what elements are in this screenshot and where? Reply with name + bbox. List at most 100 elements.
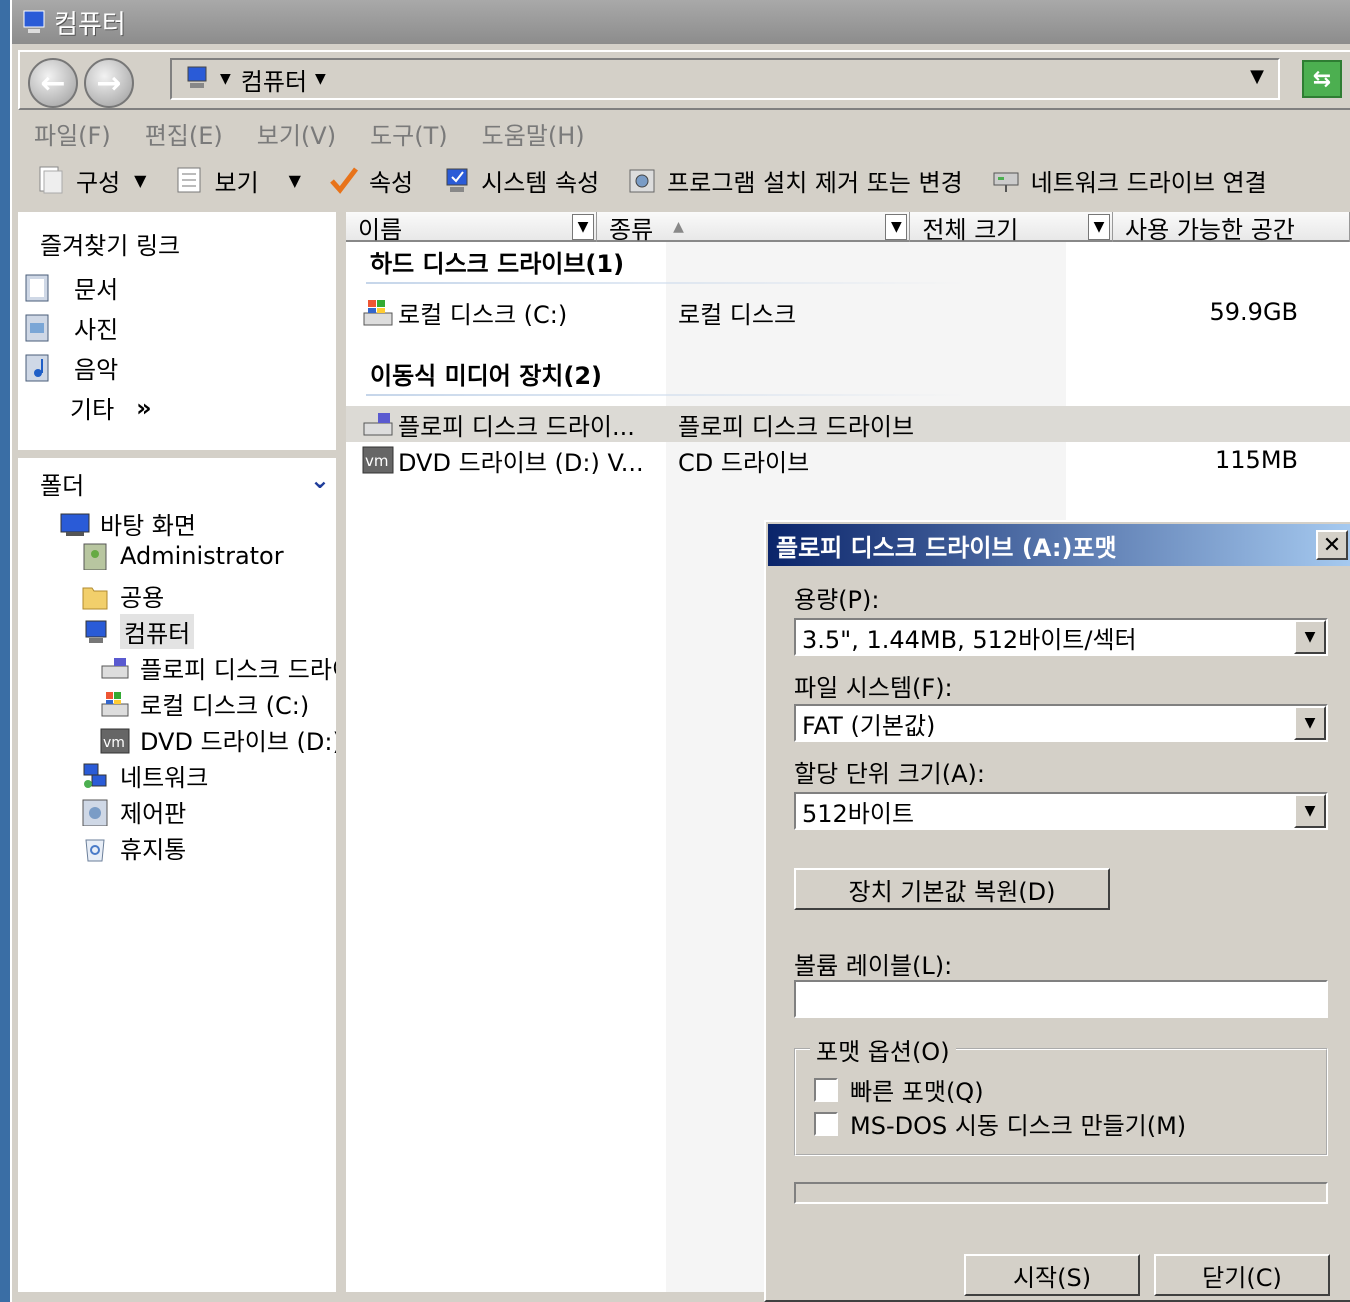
control-panel-icon [82,799,108,826]
system-properties-icon [446,168,468,192]
msdos-boot-checkbox[interactable]: MS-DOS 시동 디스크 만들기(M) [814,1106,1186,1141]
group-header-hdd[interactable]: 하드 디스크 드라이브(1) [370,244,624,279]
organize-label: 구성 [76,168,121,197]
network-drive-icon [993,172,1019,192]
filesystem-select[interactable]: FAT (기본값) ▼ [794,704,1328,742]
forward-button[interactable]: → [84,58,134,108]
tree-label: 공용 [120,584,165,612]
folder-icon [82,587,108,609]
start-label: 시작(S) [1012,1263,1092,1292]
menu-edit[interactable]: 편집(E) [145,116,223,151]
restore-defaults-button[interactable]: 장치 기본값 복원(D) [794,868,1110,910]
command-toolbar: 구성 ▼ 보기 ▼ 속성 시스템 속성 프로그램 설치 제거 또는 변경 네트워… [18,154,1350,206]
volume-label-input[interactable] [794,980,1328,1018]
list-item[interactable]: vm DVD 드라이브 (D:) V... CD 드라이브 115MB [346,442,1350,478]
column-header-row: 이름 ▼ 종류 ▲ ▼ 전체 크기 ▼ 사용 가능한 공간 [346,212,1350,244]
refresh-button[interactable]: ⇆ [1302,60,1342,98]
window-title: 컴퓨터 [54,9,126,40]
item-size: 115MB [1215,446,1298,474]
local-disk-icon [363,300,393,326]
chevron-down-icon[interactable]: ▼ [1294,706,1326,740]
view-button[interactable]: 보기 ▼ [174,163,301,198]
close-icon: ✕ [1322,532,1342,558]
chevron-down-icon: ▼ [134,170,147,190]
breadcrumb[interactable]: 컴퓨터 [241,62,307,97]
list-item[interactable]: 로컬 디스크 (C:) 로컬 디스크 59.9GB [346,294,1350,330]
group-header-removable[interactable]: 이동식 미디어 장치(2) [370,356,602,391]
favorite-documents[interactable]: 문서 [24,270,118,305]
tree-item-administrator[interactable]: Administrator [80,542,284,570]
address-bar: ← → ▼ 컴퓨터 ▼ ▼ ⇆ [18,50,1350,110]
crumb-chevron-icon[interactable]: ▼ [220,71,231,87]
music-icon [25,354,49,381]
back-button[interactable]: ← [28,58,78,108]
checkbox-box[interactable] [814,1111,838,1136]
folders-label: 폴더 [40,472,85,500]
system-properties-button[interactable]: 시스템 속성 [441,163,599,198]
allocation-select[interactable]: 512바이트 ▼ [794,792,1328,830]
column-header-name[interactable]: 이름 ▼ [346,212,597,244]
tree-item-network[interactable]: 네트워크 [80,758,208,793]
start-button[interactable]: 시작(S) [964,1254,1140,1296]
crumb-chevron-icon[interactable]: ▼ [315,71,326,87]
column-filter-icon[interactable]: ▼ [1088,214,1111,240]
tree-item-floppy[interactable]: 플로피 디스크 드라이브 [100,650,376,685]
chevron-down-icon[interactable]: ▼ [1294,620,1326,654]
tree-item-local-disk[interactable]: 로컬 디스크 (C:) [100,686,309,721]
quick-format-checkbox[interactable]: 빠른 포맷(Q) [814,1072,984,1107]
pane-splitter[interactable] [18,450,336,458]
menu-help[interactable]: 도움말(H) [482,116,585,151]
tree-label: 휴지통 [120,836,187,864]
msdos-boot-label: MS-DOS 시동 디스크 만들기(M) [850,1112,1187,1140]
column-header-free-space[interactable]: 사용 가능한 공간 [1113,212,1350,244]
uninstall-button[interactable]: 프로그램 설치 제거 또는 변경 [627,163,963,198]
checkbox-box[interactable] [814,1077,838,1102]
tree-item-recycle-bin[interactable]: 휴지통 [80,830,186,865]
column-filter-icon[interactable]: ▼ [885,214,908,240]
map-network-drive-button[interactable]: 네트워크 드라이브 연결 [991,163,1267,198]
favorite-music[interactable]: 음악 [24,350,118,385]
address-field[interactable]: ▼ 컴퓨터 ▼ ▼ [170,58,1280,100]
view-icon [177,167,201,193]
sort-ascending-icon: ▲ [673,219,684,235]
menu-tools[interactable]: 도구(T) [370,116,448,151]
tree-item-control-panel[interactable]: 제어판 [80,794,186,829]
navigation-pane: 즐겨찾기 링크 문서 사진 음악 기타 » 폴더 ⌄ 바탕 화면 Adminis… [18,212,376,1292]
column-filter-icon[interactable]: ▼ [572,214,594,240]
vertical-splitter[interactable] [336,212,346,1292]
favorite-pictures[interactable]: 사진 [24,310,118,345]
favorites-header: 즐겨찾기 링크 [40,232,181,260]
svg-text:vm: vm [103,735,125,751]
chevron-down-icon[interactable]: ▼ [1294,794,1326,828]
list-item[interactable]: 플로피 디스크 드라이... 플로피 디스크 드라이브 [346,406,1350,442]
format-options-group: 포맷 옵션(O) 빠른 포맷(Q) MS-DOS 시동 디스크 만들기(M) [794,1032,1328,1156]
format-options-legend: 포맷 옵션(O) [810,1032,956,1067]
filesystem-label: 파일 시스템(F): [794,674,953,702]
view-label: 보기 [214,168,259,197]
dialog-title-bar[interactable]: 플로피 디스크 드라이브 (A:)포맷 ✕ [768,524,1350,566]
desktop-icon [60,513,90,536]
tree-label: 로컬 디스크 (C:) [140,692,310,720]
folders-header[interactable]: 폴더 ⌄ [40,466,330,501]
menu-file[interactable]: 파일(F) [34,116,111,151]
tree-item-dvd[interactable]: vm DVD 드라이브 (D:) [100,722,342,757]
tree-item-public[interactable]: 공용 [80,578,164,613]
capacity-select[interactable]: 3.5", 1.44MB, 512바이트/섹터 ▼ [794,618,1328,656]
tree-item-desktop[interactable]: 바탕 화면 [60,506,196,541]
menu-bar: 파일(F) 편집(E) 보기(V) 도구(T) 도움말(H) [18,112,1350,154]
column-header-type[interactable]: 종류 ▲ ▼ [597,212,911,244]
address-dropdown-icon[interactable]: ▼ [1250,66,1264,87]
column-header-total-size[interactable]: 전체 크기 ▼ [910,212,1114,244]
item-name: DVD 드라이브 (D:) V... [398,448,644,477]
item-size: 59.9GB [1209,298,1299,326]
menu-view[interactable]: 보기(V) [257,116,336,151]
close-button[interactable]: 닫기(C) [1154,1254,1330,1296]
dialog-close-button[interactable]: ✕ [1316,530,1348,560]
tree-label: 바탕 화면 [100,512,196,540]
favorites-more[interactable]: 기타 » [70,390,152,425]
title-bar[interactable]: 컴퓨터 [12,0,1350,44]
volume-label-caption: 볼륨 레이블(L): [794,952,953,980]
properties-button[interactable]: 속성 [329,163,413,198]
organize-button[interactable]: 구성 ▼ [36,163,146,198]
tree-item-computer[interactable]: 컴퓨터 [80,614,195,649]
